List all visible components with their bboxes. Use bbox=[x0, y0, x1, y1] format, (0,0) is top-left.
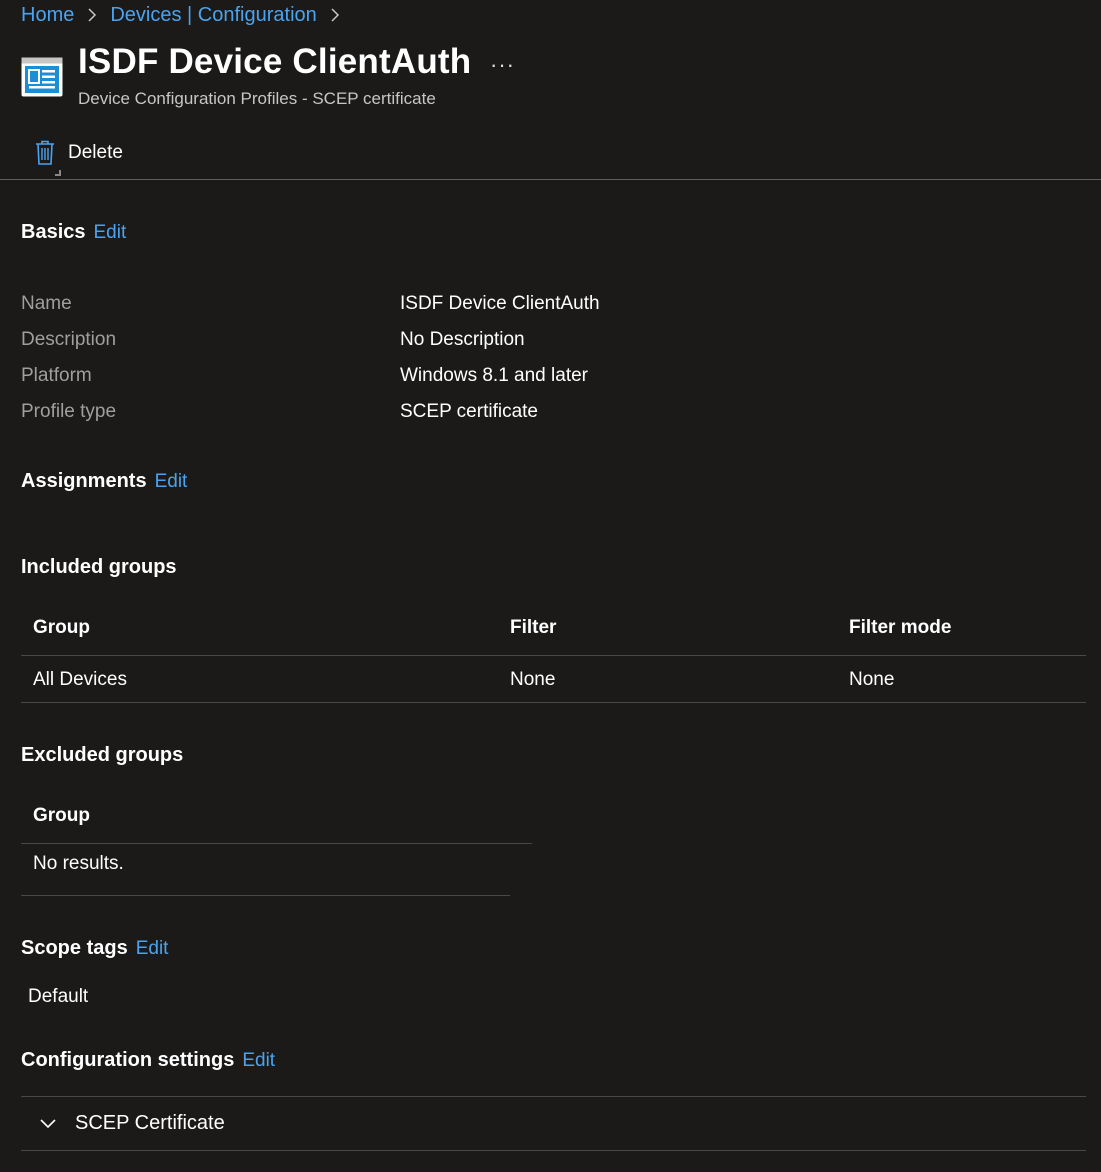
included-group-header: Group bbox=[33, 617, 90, 638]
assignments-heading: Assignments bbox=[21, 470, 147, 492]
page: Home Devices | Configuration ISDF Device… bbox=[0, 0, 1101, 1172]
basics-heading: Basics bbox=[21, 221, 86, 243]
excluded-group-header: Group bbox=[33, 805, 90, 826]
included-filter-mode-header: Filter mode bbox=[849, 617, 952, 638]
scope-tags-edit-link[interactable]: Edit bbox=[136, 938, 169, 959]
assignments-section-title: Assignments Edit bbox=[21, 470, 187, 493]
toolbar-divider bbox=[0, 179, 1101, 180]
basics-section-title: Basics Edit bbox=[21, 221, 126, 244]
platform-value: Windows 8.1 and later bbox=[400, 365, 588, 386]
chevron-right-icon bbox=[86, 7, 98, 23]
breadcrumb-devices-configuration[interactable]: Devices | Configuration bbox=[110, 4, 316, 27]
included-groups-title: Included groups bbox=[21, 556, 177, 578]
name-value: ISDF Device ClientAuth bbox=[400, 293, 600, 314]
table-divider bbox=[21, 843, 532, 844]
delete-button[interactable]: Delete bbox=[34, 138, 123, 168]
platform-label: Platform bbox=[21, 365, 92, 386]
trash-icon bbox=[36, 140, 54, 165]
basics-edit-link[interactable]: Edit bbox=[94, 222, 127, 243]
breadcrumb: Home Devices | Configuration bbox=[21, 2, 353, 28]
delete-label: Delete bbox=[68, 142, 123, 163]
table-divider bbox=[21, 895, 510, 896]
excluded-empty-message: No results. bbox=[33, 853, 124, 874]
table-divider bbox=[21, 702, 1086, 703]
configuration-settings-section-title: Configuration settings Edit bbox=[21, 1049, 275, 1072]
description-label: Description bbox=[21, 329, 117, 350]
configuration-settings-heading: Configuration settings bbox=[21, 1049, 235, 1071]
name-label: Name bbox=[21, 293, 72, 314]
chevron-right-icon bbox=[329, 7, 341, 23]
chevron-down-icon bbox=[40, 1118, 56, 1128]
included-group-cell: All Devices bbox=[33, 669, 127, 690]
included-filter-header: Filter bbox=[510, 617, 557, 638]
profile-type-value: SCEP certificate bbox=[400, 401, 538, 422]
scope-tags-section-title: Scope tags Edit bbox=[21, 937, 168, 960]
page-title: ISDF Device ClientAuth bbox=[78, 42, 472, 81]
breadcrumb-home[interactable]: Home bbox=[21, 4, 74, 27]
clipped-text-fragment bbox=[52, 170, 64, 176]
included-filter-cell: None bbox=[510, 669, 556, 690]
profile-type-label: Profile type bbox=[21, 401, 117, 422]
more-options-button[interactable]: ··· bbox=[490, 52, 515, 78]
description-value: No Description bbox=[400, 329, 525, 350]
scep-certificate-label: SCEP Certificate bbox=[75, 1112, 225, 1134]
scep-certificate-accordion[interactable]: SCEP Certificate bbox=[21, 1096, 1086, 1151]
scope-tags-heading: Scope tags bbox=[21, 937, 128, 959]
table-divider bbox=[21, 655, 1086, 656]
page-subtitle: Device Configuration Profiles - SCEP cer… bbox=[78, 89, 436, 108]
included-filter-mode-cell: None bbox=[849, 669, 895, 690]
excluded-groups-title: Excluded groups bbox=[21, 744, 184, 766]
device-configuration-profile-icon bbox=[21, 57, 63, 97]
configuration-settings-edit-link[interactable]: Edit bbox=[242, 1050, 275, 1071]
scope-tag-value: Default bbox=[28, 986, 89, 1007]
assignments-edit-link[interactable]: Edit bbox=[155, 471, 188, 492]
